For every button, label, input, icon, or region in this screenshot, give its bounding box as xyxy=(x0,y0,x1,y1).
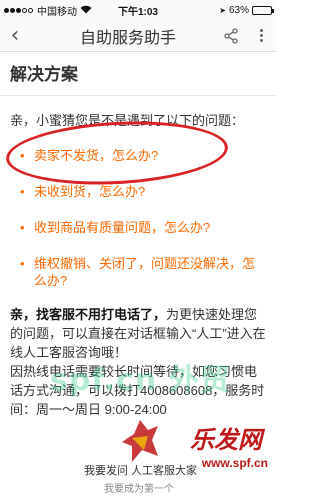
battery-percent: 63% xyxy=(228,4,249,16)
watermark-brand: 乐发网 xyxy=(190,425,262,454)
more-menu-button[interactable] xyxy=(246,29,276,42)
status-bar: 中国移动 下午1:03 ➤ 63% xyxy=(0,0,276,20)
bottom-hint: 我要成为第一个 xyxy=(104,484,174,495)
watermark-site: www.spf.cn xyxy=(201,456,268,470)
share-icon xyxy=(224,27,238,44)
back-button[interactable]: ‹ xyxy=(0,23,30,48)
page-title: 自助服务助手 xyxy=(79,29,176,47)
section-title: 解决方案 xyxy=(10,65,78,84)
more-icon xyxy=(259,29,263,32)
wifi-icon xyxy=(80,5,92,16)
battery-icon xyxy=(252,5,274,15)
watermark-logo: 乐发网 www.spf.cn xyxy=(112,412,272,472)
question-link-not-received[interactable]: • 未收到货，怎么办? xyxy=(20,183,266,200)
question-link-dispute-closed[interactable]: • 维权撤销、关闭了，问题还没解决，怎么办? xyxy=(20,255,266,289)
bull-emblem-icon xyxy=(122,420,158,462)
intro-text: 亲，小蜜猜您是不是遇到了以下的问题： xyxy=(10,113,245,128)
location-icon: ➤ xyxy=(219,5,226,15)
divider xyxy=(0,95,276,96)
note-bold: 亲，找客服不用打电话了， xyxy=(10,307,167,322)
signal-strength-icon xyxy=(4,7,33,13)
share-button[interactable] xyxy=(216,27,246,44)
question-link-not-shipped[interactable]: • 卖家不发货，怎么办? xyxy=(20,147,266,164)
carrier-name: 中国移动 xyxy=(37,6,77,18)
question-list: • 卖家不发货，怎么办? • 未收到货，怎么办? • 收到商品有质量问题，怎么办… xyxy=(10,147,266,289)
question-link-quality-issue[interactable]: • 收到商品有质量问题，怎么办? xyxy=(20,219,266,236)
nav-bar: ‹ 自助服务助手 xyxy=(0,20,276,52)
watermark-center: spf.cn 外贸 xyxy=(50,363,231,398)
